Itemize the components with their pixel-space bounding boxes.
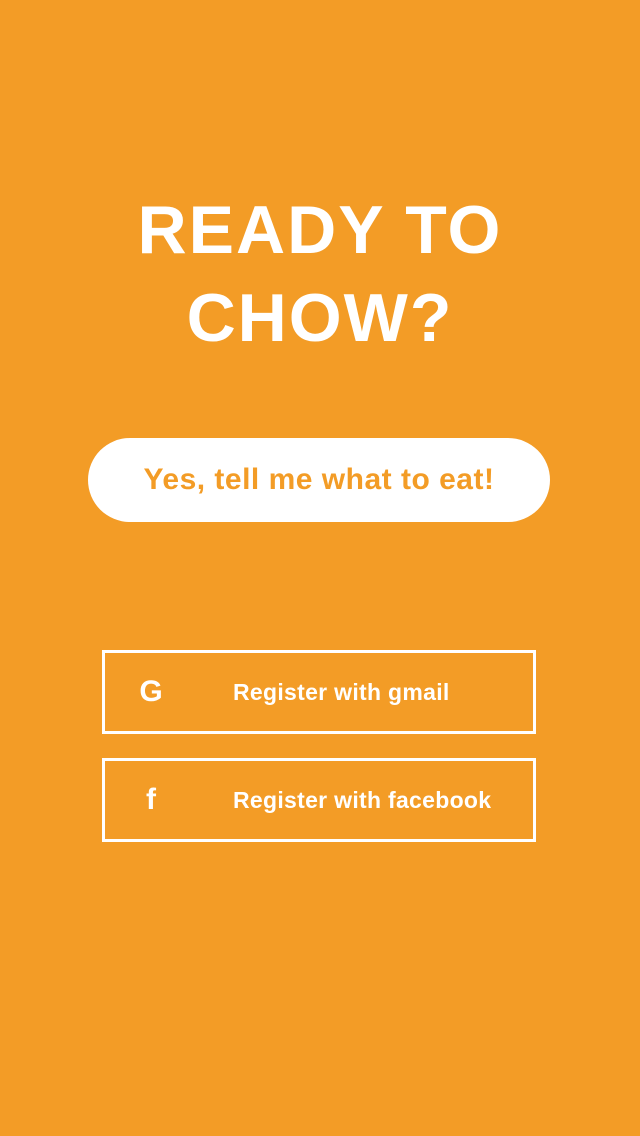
page-title-line-1: READY TO [137,192,503,268]
register-with-gmail-label: Register with gmail [233,678,450,705]
register-with-facebook-button[interactable]: f Register with facebook [102,758,536,842]
register-with-facebook-label: Register with facebook [233,786,492,813]
tell-me-what-to-eat-button[interactable]: Yes, tell me what to eat! [88,438,550,522]
register-with-gmail-button[interactable]: G Register with gmail [102,650,536,734]
page-title: READY TO CHOW? [0,186,640,362]
facebook-icon: f [146,783,156,816]
page-title-line-2: CHOW? [186,280,454,356]
tell-me-what-to-eat-label: Yes, tell me what to eat! [143,463,495,496]
google-icon: G [139,675,163,708]
